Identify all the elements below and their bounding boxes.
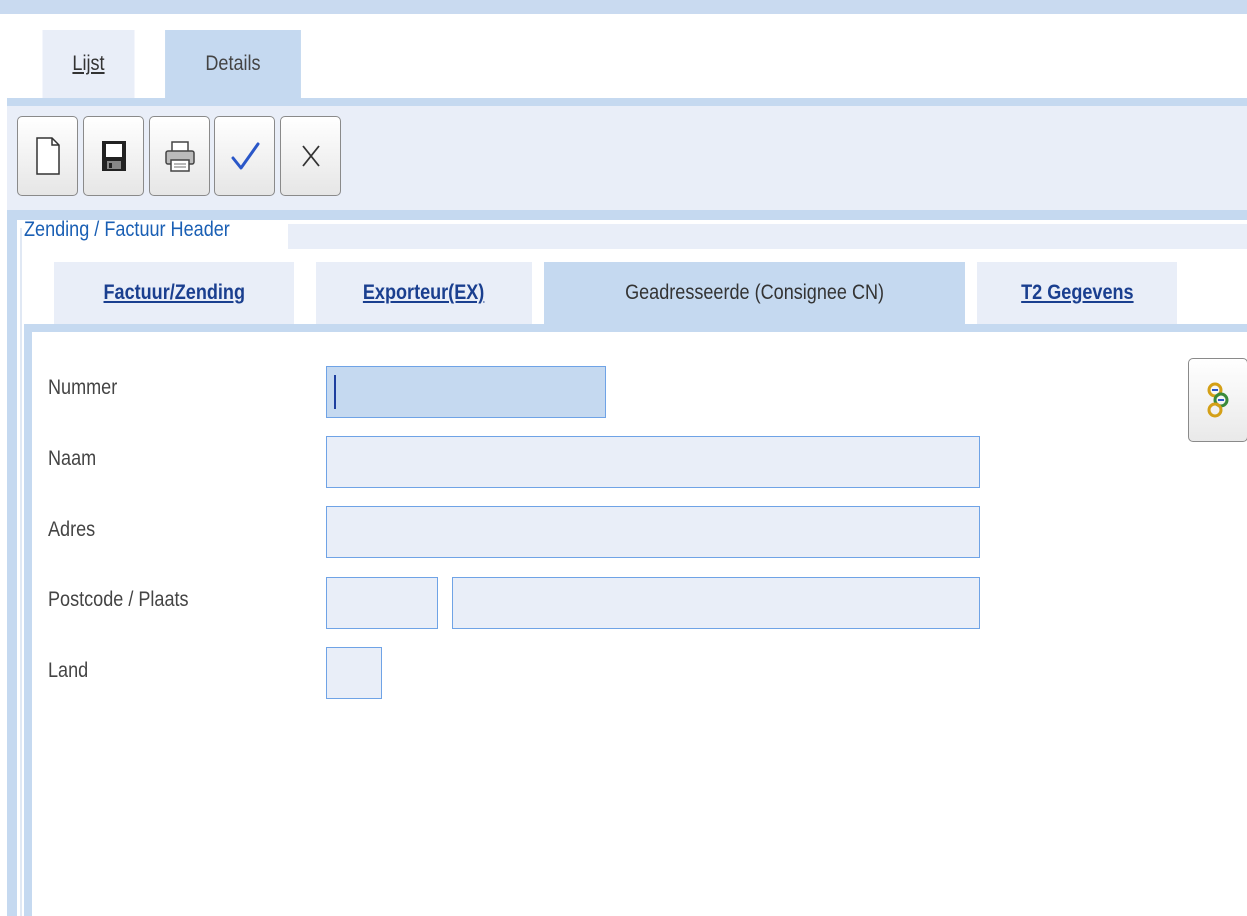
tab-details-label: Details — [205, 52, 261, 75]
header-legend: Zending / Factuur Header — [24, 218, 230, 241]
plaats-field[interactable] — [452, 577, 980, 629]
print-button[interactable] — [149, 116, 210, 196]
floppy-disk-icon — [101, 141, 126, 171]
postcode-plaats-label: Postcode / Plaats — [48, 588, 189, 611]
top-strip — [0, 0, 1247, 14]
naam-label: Naam — [48, 447, 97, 470]
tab-geadresseerde[interactable]: Geadresseerde (Consignee CN) — [544, 262, 965, 324]
printer-icon — [164, 141, 195, 172]
tab-t2-gegevens-label: T2 Gegevens — [1020, 281, 1134, 304]
text-caret — [334, 375, 336, 409]
tab-t2-gegevens[interactable]: T2 Gegevens — [977, 262, 1177, 324]
naam-field[interactable] — [326, 436, 980, 488]
nummer-label: Nummer — [48, 376, 118, 399]
panel-top-border — [24, 324, 1247, 332]
tab-factuur-zending-label: Factuur/Zending — [103, 281, 245, 304]
tab-exporteur[interactable]: Exporteur(EX) — [316, 262, 532, 324]
adres-label: Adres — [48, 518, 96, 541]
tab-geadresseerde-label: Geadresseerde (Consignee CN) — [625, 281, 884, 304]
land-label: Land — [48, 659, 89, 682]
new-button[interactable] — [17, 116, 78, 196]
header-legend-rule — [288, 224, 1247, 249]
close-x-icon — [301, 145, 320, 167]
adres-field[interactable] — [326, 506, 980, 558]
tab-exporteur-label: Exporteur(EX) — [363, 281, 485, 304]
new-document-icon — [35, 137, 60, 175]
lookup-button[interactable] — [1188, 358, 1247, 442]
tab-factuur-zending[interactable]: Factuur/Zending — [54, 262, 294, 324]
cancel-button[interactable] — [280, 116, 341, 196]
confirm-button[interactable] — [214, 116, 275, 196]
checkmark-icon — [231, 142, 259, 170]
land-field[interactable] — [326, 647, 382, 699]
nummer-field[interactable] — [326, 366, 606, 418]
tab-details[interactable]: Details — [165, 30, 301, 98]
header-left-rule — [20, 228, 22, 916]
tab-lijst[interactable]: Lijst — [42, 30, 135, 98]
postcode-field[interactable] — [326, 577, 438, 629]
save-button[interactable] — [83, 116, 144, 196]
panel-left-border — [24, 324, 32, 916]
lookup-chain-icon — [1207, 382, 1229, 418]
